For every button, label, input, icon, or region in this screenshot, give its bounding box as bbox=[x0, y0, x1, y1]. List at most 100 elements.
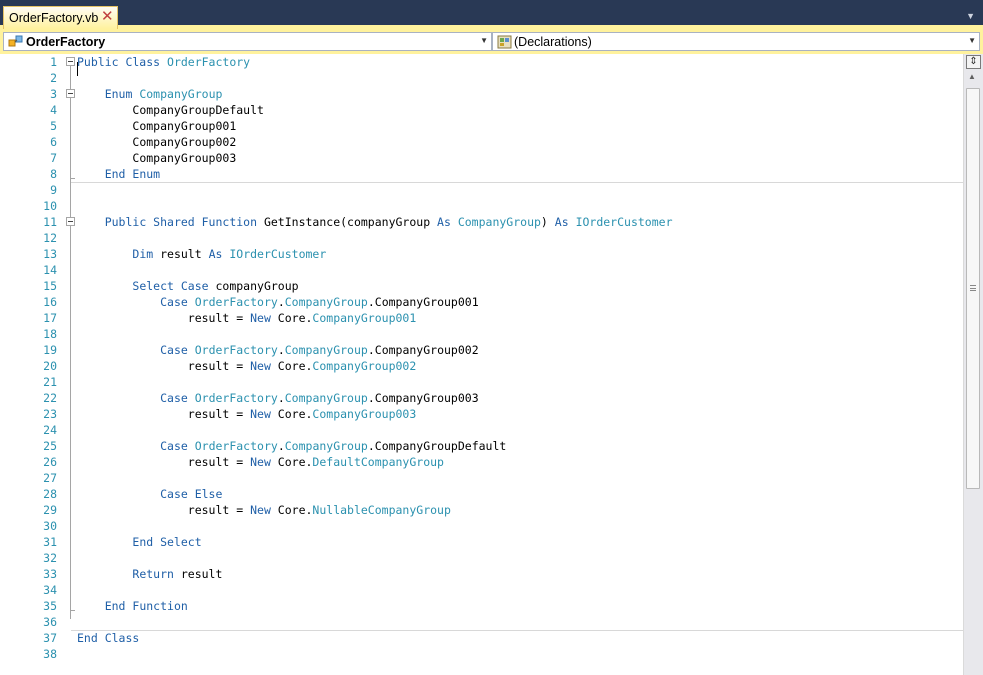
type-token: CompanyGroup bbox=[457, 215, 541, 229]
type-token: CompanyGroup bbox=[284, 295, 368, 309]
grip-icon bbox=[970, 285, 976, 291]
identifier-token: Core. bbox=[277, 503, 313, 517]
split-window-button[interactable]: ⇕ bbox=[966, 55, 981, 69]
text-caret bbox=[77, 62, 78, 76]
code-line[interactable]: 28 Case Else bbox=[0, 486, 963, 502]
code-editor[interactable]: 1 Public Class OrderFactory 2 3 Enum Compan… bbox=[0, 54, 983, 675]
outline-end-tick bbox=[70, 178, 75, 179]
keyword-token: New bbox=[250, 455, 278, 469]
code-line[interactable]: 12 bbox=[0, 230, 963, 246]
code-line[interactable]: 1 Public Class OrderFactory bbox=[0, 54, 963, 70]
code-line[interactable]: 2 bbox=[0, 70, 963, 86]
code-line[interactable]: 22 Case OrderFactory.CompanyGroup.Compan… bbox=[0, 390, 963, 406]
code-line[interactable]: 32 bbox=[0, 550, 963, 566]
code-text: End Select bbox=[77, 534, 202, 550]
class-dropdown[interactable]: OrderFactory ▼ bbox=[3, 32, 492, 51]
tab-orderfactory-vb[interactable]: OrderFactory.vb ✕ bbox=[3, 6, 118, 29]
collapse-icon[interactable] bbox=[66, 89, 75, 98]
keyword-token: Case bbox=[160, 343, 195, 357]
code-line[interactable]: 7 CompanyGroup003 bbox=[0, 150, 963, 166]
code-line[interactable]: 19 Case OrderFactory.CompanyGroup.Compan… bbox=[0, 342, 963, 358]
code-line[interactable]: 21 bbox=[0, 374, 963, 390]
code-line[interactable]: 6 CompanyGroup002 bbox=[0, 134, 963, 150]
code-line[interactable]: 24 bbox=[0, 422, 963, 438]
code-line[interactable]: 26 result = New Core.DefaultCompanyGroup bbox=[0, 454, 963, 470]
code-line[interactable]: 25 Case OrderFactory.CompanyGroup.Compan… bbox=[0, 438, 963, 454]
identifier-token: Core. bbox=[277, 311, 313, 325]
code-text: CompanyGroupDefault bbox=[77, 102, 264, 118]
code-line[interactable]: 13 Dim result As IOrderCustomer bbox=[0, 246, 963, 262]
identifier-token: result = bbox=[187, 407, 251, 421]
procedure-separator bbox=[71, 182, 963, 183]
code-text: End Function bbox=[77, 598, 188, 614]
keyword-token: Case bbox=[160, 391, 195, 405]
vertical-scrollbar[interactable]: ⇕ ▲ bbox=[963, 54, 983, 675]
code-line[interactable]: 17 result = New Core.CompanyGroup001 bbox=[0, 310, 963, 326]
identifier-token: result bbox=[180, 567, 223, 581]
type-token: CompanyGroup001 bbox=[312, 311, 417, 325]
collapse-icon[interactable] bbox=[66, 57, 75, 66]
line-number: 19 bbox=[43, 343, 57, 357]
tab-overflow-dropdown-icon[interactable]: ▼ bbox=[966, 11, 975, 21]
scroll-up-icon[interactable]: ▲ bbox=[968, 72, 976, 81]
scrollbar-thumb[interactable] bbox=[966, 88, 980, 489]
code-line[interactable]: 37 End Class bbox=[0, 630, 963, 646]
keyword-token: Case bbox=[160, 295, 195, 309]
code-line[interactable]: 10 bbox=[0, 198, 963, 214]
code-line[interactable]: 30 bbox=[0, 518, 963, 534]
code-line[interactable]: 14 bbox=[0, 262, 963, 278]
keyword-token: As bbox=[437, 215, 458, 229]
member-dropdown[interactable]: (Declarations) ▼ bbox=[492, 32, 980, 51]
keyword-token: End Select bbox=[132, 535, 202, 549]
code-line[interactable]: 35 End Function bbox=[0, 598, 963, 614]
identifier-token: CompanyGroupDefault bbox=[132, 103, 264, 117]
code-line[interactable]: 36 bbox=[0, 614, 963, 630]
code-line[interactable]: 20 result = New Core.CompanyGroup002 bbox=[0, 358, 963, 374]
type-token: CompanyGroup002 bbox=[312, 359, 417, 373]
code-line[interactable]: 4 CompanyGroupDefault bbox=[0, 102, 963, 118]
code-line[interactable]: 31 End Select bbox=[0, 534, 963, 550]
code-line[interactable]: 34 bbox=[0, 582, 963, 598]
code-line[interactable]: 11 Public Shared Function GetInstance(co… bbox=[0, 214, 963, 230]
code-line[interactable]: 16 Case OrderFactory.CompanyGroup.Compan… bbox=[0, 294, 963, 310]
line-number: 10 bbox=[43, 199, 57, 213]
code-line[interactable]: 9 bbox=[0, 182, 963, 198]
line-number: 32 bbox=[43, 551, 57, 565]
line-number: 35 bbox=[43, 599, 57, 613]
code-line[interactable]: 5 CompanyGroup001 bbox=[0, 118, 963, 134]
chevron-down-icon[interactable]: ▼ bbox=[480, 36, 488, 45]
line-number: 27 bbox=[43, 471, 57, 485]
identifier-token: result = bbox=[187, 311, 251, 325]
type-token: IOrderCustomer bbox=[575, 215, 673, 229]
navigation-bar: OrderFactory ▼ (Declarations) ▼ bbox=[0, 29, 983, 54]
code-text: result = New Core.CompanyGroup003 bbox=[77, 406, 417, 422]
code-line[interactable]: 8 End Enum bbox=[0, 166, 963, 182]
tab-title: OrderFactory.vb bbox=[9, 11, 99, 25]
identifier-token: .CompanyGroup003 bbox=[367, 391, 479, 405]
code-line[interactable]: 29 result = New Core.NullableCompanyGrou… bbox=[0, 502, 963, 518]
code-line[interactable]: 23 result = New Core.CompanyGroup003 bbox=[0, 406, 963, 422]
code-line[interactable]: 15 Select Case companyGroup bbox=[0, 278, 963, 294]
code-line[interactable]: 33 Return result bbox=[0, 566, 963, 582]
collapse-icon[interactable] bbox=[66, 217, 75, 226]
keyword-token: Case Else bbox=[160, 487, 223, 501]
line-number: 38 bbox=[43, 647, 57, 661]
line-number: 3 bbox=[50, 87, 57, 101]
chevron-down-icon[interactable]: ▼ bbox=[968, 36, 976, 45]
keyword-token: New bbox=[250, 359, 278, 373]
identifier-token: Core. bbox=[277, 407, 313, 421]
line-number: 20 bbox=[43, 359, 57, 373]
code-text: Case OrderFactory.CompanyGroup.CompanyGr… bbox=[77, 438, 506, 454]
code-line[interactable]: 18 bbox=[0, 326, 963, 342]
close-icon[interactable]: ✕ bbox=[101, 9, 114, 25]
code-line[interactable]: 38 bbox=[0, 646, 963, 662]
code-line[interactable]: 27 bbox=[0, 470, 963, 486]
code-line[interactable]: 3 Enum CompanyGroup bbox=[0, 86, 963, 102]
